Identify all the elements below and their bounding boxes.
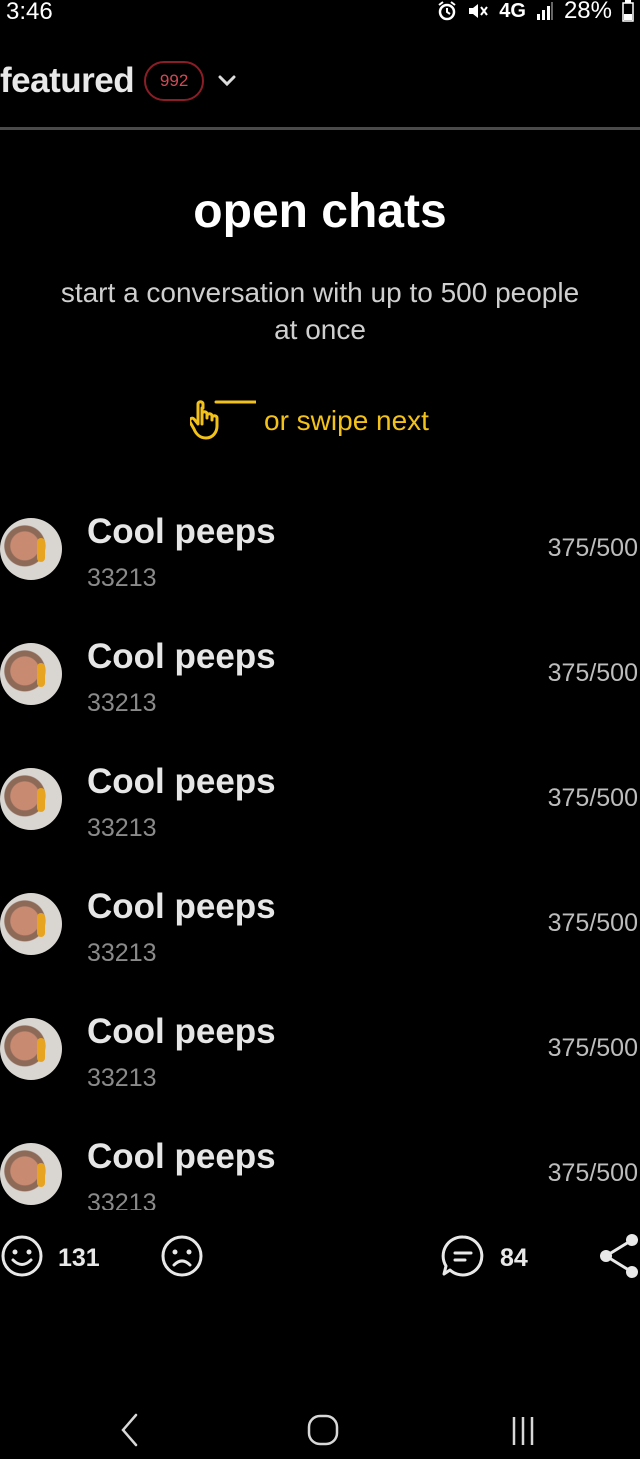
avatar <box>0 893 62 955</box>
chat-list-item[interactable]: Cool peeps 33213 375/500 <box>0 885 640 995</box>
chevron-down-icon[interactable] <box>218 75 236 87</box>
recents-icon <box>506 1413 540 1452</box>
chat-list-item[interactable]: Cool peeps 33213 375/500 <box>0 635 640 745</box>
share-button[interactable] <box>598 1230 640 1286</box>
chat-name: Cool peeps <box>87 637 276 676</box>
smile-icon <box>0 1234 44 1283</box>
header-divider <box>0 127 640 130</box>
chat-name: Cool peeps <box>87 887 276 926</box>
chat-member-count: 375/500 <box>547 534 638 562</box>
chat-list: Cool peeps 33213 375/500 Cool peeps 3321… <box>0 510 640 1210</box>
comment-icon <box>440 1233 486 1284</box>
mute-icon <box>467 1 489 21</box>
recents-button[interactable] <box>500 1412 546 1452</box>
signal-icon <box>536 2 554 20</box>
status-bar: 3:46 4G 28% <box>0 0 640 26</box>
avatar <box>0 768 62 830</box>
chat-id: 33213 <box>87 939 157 967</box>
chat-id: 33213 <box>87 689 157 717</box>
page-subtitle: start a conversation with up to 500 peop… <box>60 277 580 345</box>
chat-name: Cool peeps <box>87 512 276 551</box>
battery-icon <box>622 0 634 22</box>
chat-id: 33213 <box>87 1064 157 1092</box>
avatar <box>0 1143 62 1205</box>
frown-icon <box>160 1234 204 1283</box>
chat-list-item[interactable]: Cool peeps 33213 375/500 <box>0 760 640 870</box>
status-time: 3:46 <box>6 0 53 25</box>
chat-id: 33213 <box>87 1189 157 1210</box>
home-button[interactable] <box>300 1412 346 1452</box>
home-icon <box>306 1413 340 1452</box>
chat-name: Cool peeps <box>87 1137 276 1176</box>
chat-name: Cool peeps <box>87 762 276 801</box>
feed-title[interactable]: featured <box>0 61 135 101</box>
feed-header: featured 992 <box>0 56 236 106</box>
like-count: 131 <box>58 1243 100 1272</box>
avatar <box>0 1018 62 1080</box>
back-icon <box>120 1413 140 1452</box>
battery-percent: 28% <box>563 0 612 24</box>
feed-count-badge: 992 <box>144 61 205 101</box>
chat-list-item[interactable]: Cool peeps 33213 375/500 <box>0 1010 640 1120</box>
like-button[interactable]: 131 <box>0 1230 100 1286</box>
status-icons: 4G 28% <box>437 0 634 24</box>
chat-list-item[interactable]: Cool peeps 33213 375/500 <box>0 1135 640 1210</box>
swipe-hint[interactable]: or swipe next <box>188 394 429 447</box>
swipe-hint-label: or swipe next <box>264 404 429 436</box>
chat-member-count: 375/500 <box>547 659 638 687</box>
chat-id: 33213 <box>87 564 157 592</box>
share-icon <box>598 1232 640 1285</box>
chat-member-count: 375/500 <box>547 784 638 812</box>
comments-button[interactable]: 84 <box>440 1230 528 1286</box>
avatar <box>0 643 62 705</box>
network-label: 4G <box>499 0 526 22</box>
back-button[interactable] <box>110 1412 150 1452</box>
swipe-hand-icon <box>188 394 264 447</box>
chat-member-count: 375/500 <box>547 1034 638 1062</box>
dislike-button[interactable] <box>160 1230 204 1286</box>
chat-member-count: 375/500 <box>547 1159 638 1187</box>
system-nav-bar <box>0 1412 640 1459</box>
chat-list-item[interactable]: Cool peeps 33213 375/500 <box>0 510 640 620</box>
chat-member-count: 375/500 <box>547 909 638 937</box>
action-bar: 131 84 <box>0 1230 640 1286</box>
chat-id: 33213 <box>87 814 157 842</box>
avatar <box>0 518 62 580</box>
chat-name: Cool peeps <box>87 1012 276 1051</box>
alarm-icon <box>437 1 457 21</box>
comment-count: 84 <box>500 1243 528 1272</box>
page-title: open chats <box>193 185 447 238</box>
feed-count: 992 <box>159 71 189 90</box>
